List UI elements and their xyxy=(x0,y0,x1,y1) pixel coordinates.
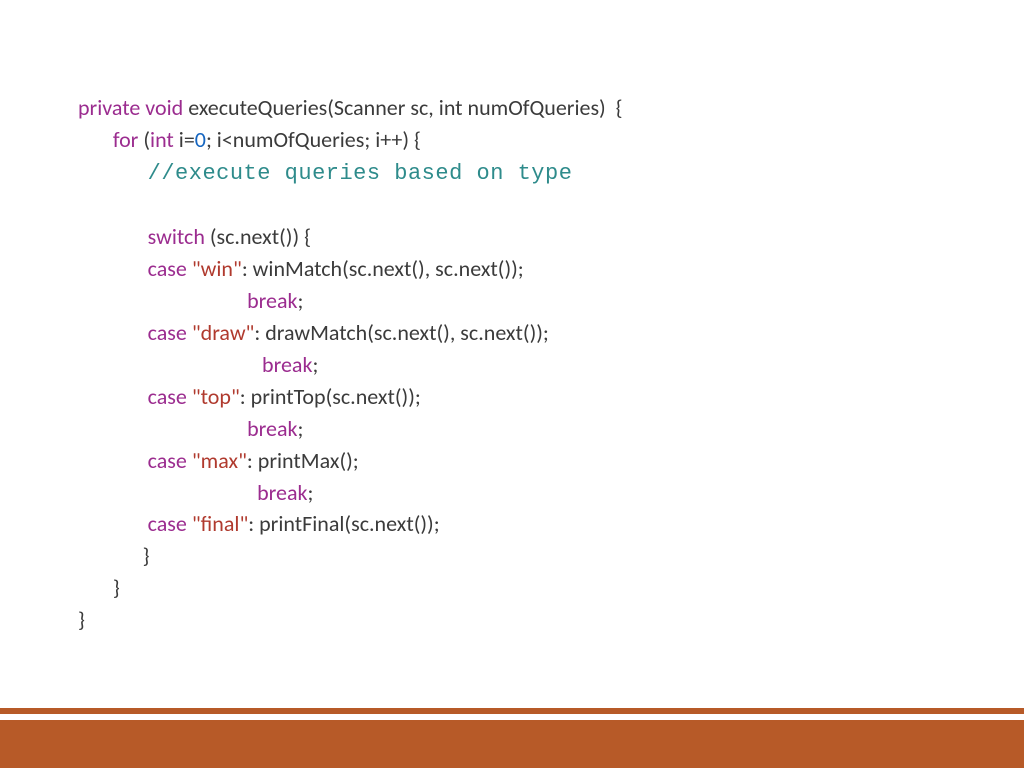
line-3: //execute queries based on type xyxy=(78,158,572,185)
l12-rest: : printMax(); xyxy=(247,447,359,474)
kw-case: case xyxy=(148,447,187,474)
str-max: "max" xyxy=(187,447,247,474)
line-15: } xyxy=(78,542,150,569)
kw-case: case xyxy=(148,319,187,346)
l10-rest: : printTop(sc.next()); xyxy=(240,383,421,410)
l5-rest: (sc.next()) { xyxy=(205,223,311,250)
line-9: break; xyxy=(78,351,318,378)
line-17: } xyxy=(78,606,85,633)
kw-switch: switch xyxy=(148,223,205,250)
comment: //execute queries based on type xyxy=(148,161,573,186)
l7-semi: ; xyxy=(298,287,304,314)
line-6: case "win": winMatch(sc.next(), sc.next(… xyxy=(78,255,524,282)
kw-case: case xyxy=(148,510,187,537)
line-5: switch (sc.next()) { xyxy=(78,223,311,250)
l2-p1: ( xyxy=(138,126,150,153)
code-snippet: private void executeQueries(Scanner sc, … xyxy=(78,60,623,636)
str-draw: "draw" xyxy=(187,319,255,346)
line-1: private void executeQueries(Scanner sc, … xyxy=(78,94,623,121)
kw-break: break xyxy=(262,351,312,378)
kw-int: int xyxy=(150,126,174,153)
str-top: "top" xyxy=(187,383,240,410)
line-13: break; xyxy=(78,479,313,506)
line-12: case "max": printMax(); xyxy=(78,447,359,474)
kw-break: break xyxy=(257,479,307,506)
slide: private void executeQueries(Scanner sc, … xyxy=(0,0,1024,768)
l13-semi: ; xyxy=(308,479,314,506)
kw-break: break xyxy=(247,415,297,442)
l6-rest: : winMatch(sc.next(), sc.next()); xyxy=(242,255,524,282)
l8-rest: : drawMatch(sc.next(), sc.next()); xyxy=(254,319,548,346)
line-16: } xyxy=(78,574,120,601)
brace-close-for: } xyxy=(113,574,120,601)
l1-rest: executeQueries(Scanner sc, int numOfQuer… xyxy=(183,94,622,121)
accent-stripe-thin xyxy=(0,708,1024,714)
kw-break: break xyxy=(247,287,297,314)
line-7: break; xyxy=(78,287,303,314)
str-win: "win" xyxy=(187,255,242,282)
l14-rest: : printFinal(sc.next()); xyxy=(248,510,439,537)
kw-for: for xyxy=(113,126,139,153)
l11-semi: ; xyxy=(298,415,304,442)
accent-stripe-thick xyxy=(0,720,1024,768)
line-8: case "draw": drawMatch(sc.next(), sc.nex… xyxy=(78,319,549,346)
kw-case: case xyxy=(148,383,187,410)
brace-close-switch: } xyxy=(143,542,150,569)
kw-private: private xyxy=(78,94,140,121)
l9-semi: ; xyxy=(312,351,318,378)
kw-void: void xyxy=(145,94,183,121)
line-14: case "final": printFinal(sc.next()); xyxy=(78,510,440,537)
l2-ieq: i= xyxy=(174,126,195,153)
line-10: case "top": printTop(sc.next()); xyxy=(78,383,421,410)
line-4-blank xyxy=(78,192,83,219)
line-2: for (int i=0; i<numOfQueries; i++) { xyxy=(78,126,421,153)
str-final: "final" xyxy=(187,510,248,537)
kw-case: case xyxy=(148,255,187,282)
line-11: break; xyxy=(78,415,303,442)
num-zero: 0 xyxy=(195,126,206,153)
brace-close-method: } xyxy=(78,606,85,633)
l2-rest: ; i<numOfQueries; i++) { xyxy=(206,126,421,153)
